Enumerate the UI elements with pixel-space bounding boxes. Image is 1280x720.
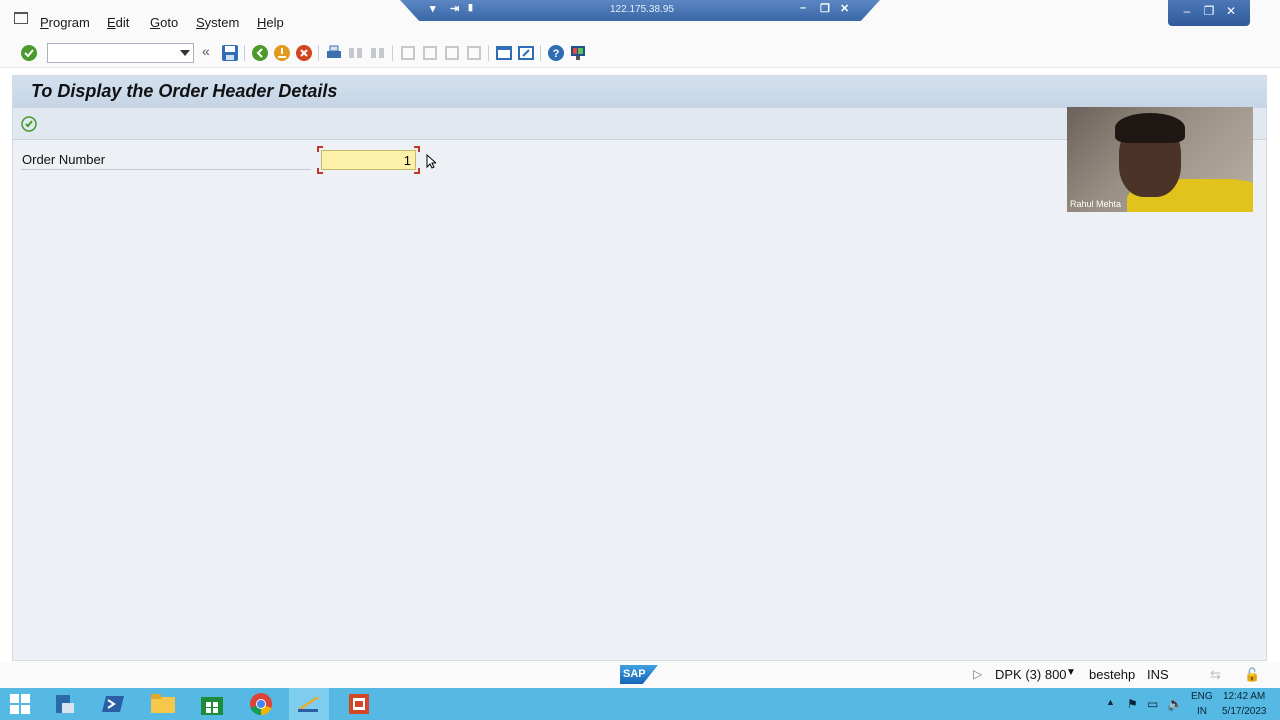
start-button[interactable] bbox=[0, 688, 40, 720]
taskbar-file-explorer[interactable] bbox=[143, 688, 183, 720]
participant-hair bbox=[1115, 113, 1185, 143]
server-name: bestehp bbox=[1089, 667, 1136, 682]
rdp-restore-icon[interactable]: ❐ bbox=[820, 2, 830, 15]
print-icon[interactable] bbox=[325, 44, 343, 62]
svg-text:?: ? bbox=[553, 48, 560, 60]
sap-logo: SAP bbox=[620, 665, 658, 684]
title-bar: To Display the Order Header Details bbox=[13, 76, 1266, 108]
customize-layout-icon[interactable] bbox=[569, 44, 587, 62]
windows-icon bbox=[10, 694, 30, 714]
order-number-label: Order Number bbox=[22, 152, 106, 167]
focus-corner bbox=[414, 168, 420, 174]
order-number-row: Order Number bbox=[21, 146, 436, 174]
status-bar: SAP ▷ DPK (3) 800 ▼ bestehp INS ⇆ 🔓 bbox=[0, 662, 1280, 688]
find-next-icon bbox=[371, 48, 384, 58]
folder-icon bbox=[151, 694, 175, 713]
first-page-icon bbox=[401, 46, 415, 60]
clock-date[interactable]: 5/17/2023 bbox=[1222, 706, 1267, 717]
execute-icon[interactable] bbox=[21, 116, 37, 132]
pin-dropdown-icon[interactable]: ▾ bbox=[430, 2, 436, 15]
taskbar-powershell[interactable] bbox=[94, 688, 134, 720]
server-manager-icon bbox=[56, 695, 74, 713]
toolbar-separator bbox=[244, 45, 245, 61]
find-icon bbox=[349, 48, 362, 58]
chrome-icon bbox=[250, 693, 272, 716]
system-dropdown-icon[interactable]: ▼ bbox=[1066, 667, 1076, 678]
participant-name: Rahul Mehta bbox=[1070, 199, 1122, 209]
last-page-icon bbox=[467, 46, 481, 60]
new-session-icon[interactable] bbox=[495, 44, 513, 62]
help-icon[interactable]: ? bbox=[547, 44, 565, 62]
toolbar-separator bbox=[488, 45, 489, 61]
rdp-minimize-icon[interactable]: – bbox=[800, 2, 806, 14]
next-page-icon bbox=[445, 46, 459, 60]
rdp-close-icon[interactable]: ✕ bbox=[840, 2, 849, 15]
taskbar-powerpoint[interactable] bbox=[339, 688, 379, 720]
menu-help[interactable]: Help bbox=[257, 15, 284, 30]
webcam-overlay: Rahul Mehta bbox=[1067, 107, 1253, 212]
exit-icon[interactable] bbox=[273, 44, 291, 62]
menu-goto[interactable]: Goto bbox=[150, 15, 178, 30]
taskbar-store[interactable] bbox=[192, 688, 232, 720]
taskbar-sap-logon[interactable] bbox=[289, 688, 329, 720]
remote-host-address: 122.175.38.95 bbox=[610, 4, 674, 15]
action-center-icon[interactable]: ⚑ bbox=[1127, 697, 1138, 711]
signal-icon: ▮ bbox=[468, 2, 473, 12]
shortcut-icon[interactable] bbox=[517, 44, 535, 62]
toolbar-separator bbox=[318, 45, 319, 61]
show-hidden-icons[interactable]: ▲ bbox=[1106, 697, 1115, 707]
minimize-icon[interactable]: – bbox=[1178, 3, 1196, 19]
cancel-icon[interactable] bbox=[295, 44, 313, 62]
volume-icon[interactable]: 🔈 bbox=[1167, 696, 1183, 712]
store-icon bbox=[201, 697, 223, 715]
toolbar-separator bbox=[540, 45, 541, 61]
menu-system[interactable]: System bbox=[196, 15, 239, 30]
region-indicator[interactable]: IN bbox=[1197, 706, 1207, 717]
chevron-down-icon[interactable] bbox=[180, 50, 190, 56]
mouse-cursor-icon bbox=[426, 154, 436, 169]
menu-program[interactable]: Program bbox=[40, 15, 90, 30]
close-icon[interactable]: ✕ bbox=[1222, 3, 1240, 19]
previous-page-icon bbox=[423, 46, 437, 60]
taskbar-chrome[interactable] bbox=[241, 688, 281, 720]
menu-edit[interactable]: Edit bbox=[107, 15, 129, 30]
network-icon[interactable]: ▭ bbox=[1147, 697, 1158, 711]
save-icon[interactable] bbox=[221, 44, 239, 62]
remote-connection-bar: ▾ ⇥ ▮ 122.175.38.95 – ❐ ✕ bbox=[400, 0, 880, 21]
powershell-icon bbox=[102, 696, 124, 712]
connection-status-icon: ⇆ bbox=[1210, 667, 1221, 682]
order-number-field-wrap bbox=[317, 146, 420, 174]
status-expand-icon[interactable]: ▷ bbox=[973, 667, 982, 681]
enter-icon[interactable] bbox=[20, 44, 38, 62]
unlock-icon[interactable]: 🔓 bbox=[1244, 667, 1260, 683]
field-underline bbox=[21, 169, 311, 170]
clock-time[interactable]: 12:42 AM bbox=[1223, 691, 1265, 702]
standard-toolbar: « ? bbox=[0, 38, 1280, 68]
focus-corner bbox=[414, 146, 420, 152]
taskbar: ▲ ⚑ ▭ 🔈 ENG IN 12:42 AM 5/17/2023 bbox=[0, 688, 1280, 720]
order-number-input[interactable] bbox=[321, 150, 416, 170]
collapse-icon[interactable]: « bbox=[202, 43, 220, 61]
connection-icon[interactable]: ⇥ bbox=[450, 2, 459, 15]
toolbar-separator bbox=[392, 45, 393, 61]
sap-logon-icon bbox=[298, 697, 320, 712]
taskbar-server-manager[interactable] bbox=[44, 688, 84, 720]
command-field[interactable] bbox=[47, 43, 194, 63]
powerpoint-icon bbox=[349, 694, 369, 714]
insert-mode[interactable]: INS bbox=[1147, 667, 1169, 682]
page-title: To Display the Order Header Details bbox=[31, 81, 338, 101]
system-menu-icon[interactable] bbox=[14, 12, 28, 24]
window-controls: – ❐ ✕ bbox=[1168, 0, 1250, 26]
system-info: DPK (3) 800 bbox=[995, 667, 1067, 682]
language-indicator[interactable]: ENG bbox=[1191, 691, 1213, 702]
back-icon[interactable] bbox=[251, 44, 269, 62]
focus-corner bbox=[317, 168, 323, 174]
restore-icon[interactable]: ❐ bbox=[1200, 3, 1218, 19]
focus-corner bbox=[317, 146, 323, 152]
